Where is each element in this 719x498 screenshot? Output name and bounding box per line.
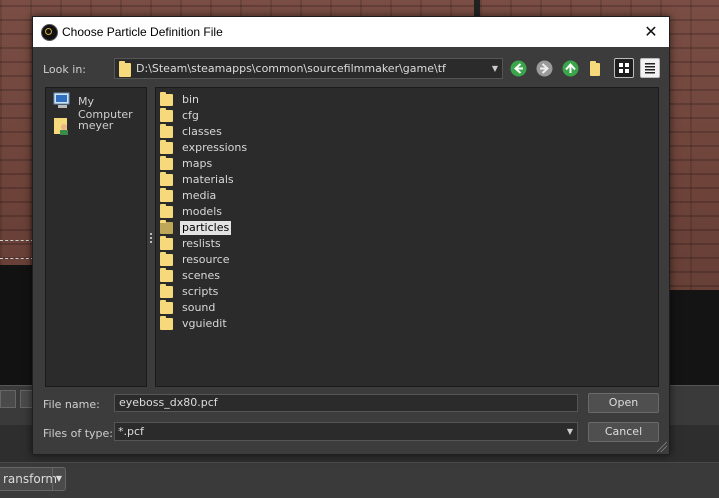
chevron-down-icon: ▼ — [52, 468, 65, 490]
file-item-materials[interactable]: materials — [160, 172, 360, 188]
folder-icon — [160, 316, 173, 330]
folder-icon — [119, 61, 131, 77]
file-item-scripts[interactable]: scripts — [160, 284, 360, 300]
dialog-title: Choose Particle Definition File — [62, 25, 223, 39]
folder-icon — [160, 124, 173, 138]
background-dash-line — [0, 258, 34, 259]
file-item-scenes[interactable]: scenes — [160, 268, 360, 284]
transform-dropdown-label: ransform — [3, 472, 58, 486]
folder-icon — [160, 284, 173, 298]
file-item-sound[interactable]: sound — [160, 300, 360, 316]
look-in-path: D:\Steam\steamapps\common\sourcefilmmake… — [136, 62, 446, 75]
folder-icon — [160, 140, 173, 154]
places-sidebar: My Computer meyer — [45, 87, 147, 387]
folder-icon — [160, 92, 173, 106]
dialog-titlebar: Choose Particle Definition File ✕ — [33, 17, 669, 47]
file-type-label: Files of type: — [43, 427, 114, 440]
arrow-left-icon — [510, 60, 527, 77]
choose-file-dialog: Choose Particle Definition File ✕ Look i… — [32, 16, 670, 455]
user-icon — [54, 118, 68, 135]
file-name-input[interactable]: eyeboss_dx80.pcf — [114, 394, 578, 412]
file-item-reslists[interactable]: reslists — [160, 236, 360, 252]
file-type-value: *.pcf — [118, 425, 144, 438]
transform-dropdown-button[interactable]: ransform ▼ — [0, 467, 66, 491]
new-folder-icon — [590, 61, 600, 76]
computer-icon — [53, 92, 70, 108]
background-dash-line — [0, 240, 34, 241]
chevron-down-icon: ▼ — [566, 427, 573, 436]
file-item-resource[interactable]: resource — [160, 252, 360, 268]
folder-icon — [160, 252, 173, 266]
sidebar-item-my-computer[interactable]: My Computer — [52, 92, 144, 121]
background-bottom-bar — [0, 462, 719, 498]
splitter-grip-icon — [150, 233, 152, 245]
file-item-particles[interactable]: particles — [160, 220, 360, 236]
file-list: bin cfg classes expressions maps materia… — [155, 87, 659, 387]
sidebar-splitter[interactable] — [147, 87, 155, 387]
arrow-right-icon — [536, 60, 553, 77]
folder-icon — [160, 220, 173, 234]
arrow-up-icon — [562, 60, 579, 77]
folder-icon — [160, 172, 173, 186]
open-button[interactable]: Open — [588, 393, 659, 413]
file-item-bin[interactable]: bin — [160, 92, 360, 108]
folder-icon — [160, 300, 173, 314]
folder-icon — [160, 188, 173, 202]
new-folder-button[interactable] — [589, 61, 603, 77]
app-logo-icon — [41, 24, 58, 41]
file-item-classes[interactable]: classes — [160, 124, 360, 140]
cancel-button[interactable]: Cancel — [588, 422, 659, 442]
file-item-vguiedit[interactable]: vguiedit — [160, 316, 360, 332]
file-item-models[interactable]: models — [160, 204, 360, 220]
folder-icon — [160, 236, 173, 250]
background-pole — [474, 0, 480, 16]
folder-icon — [160, 108, 173, 122]
up-folder-button[interactable] — [562, 60, 579, 77]
look-in-combo[interactable]: D:\Steam\steamapps\common\sourcefilmmake… — [114, 58, 503, 79]
file-item-media[interactable]: media — [160, 188, 360, 204]
file-item-cfg[interactable]: cfg — [160, 108, 360, 124]
look-in-label: Look in: — [43, 63, 86, 76]
file-item-maps[interactable]: maps — [160, 156, 360, 172]
icon-view-button[interactable] — [614, 58, 634, 78]
chevron-down-icon: ▼ — [491, 64, 498, 73]
sidebar-item-meyer[interactable]: meyer — [52, 116, 144, 136]
timeline-prev-button[interactable] — [0, 390, 16, 408]
forward-button[interactable] — [536, 60, 553, 77]
list-view-button[interactable] — [640, 58, 660, 78]
file-name-label: File name: — [43, 398, 100, 411]
resize-grip-icon[interactable] — [657, 442, 667, 452]
back-button[interactable] — [510, 60, 527, 77]
sidebar-item-label: meyer — [78, 119, 114, 132]
close-button[interactable]: ✕ — [633, 17, 669, 47]
folder-icon — [160, 268, 173, 282]
list-view-icon — [645, 63, 655, 74]
background-dark-panel-left — [0, 265, 35, 385]
file-type-combo[interactable]: *.pcf ▼ — [114, 422, 578, 441]
file-item-expressions[interactable]: expressions — [160, 140, 360, 156]
folder-icon — [160, 156, 173, 170]
background-dark-panel-right — [670, 290, 719, 390]
folder-icon — [160, 204, 173, 218]
grid-view-icon — [619, 63, 629, 73]
